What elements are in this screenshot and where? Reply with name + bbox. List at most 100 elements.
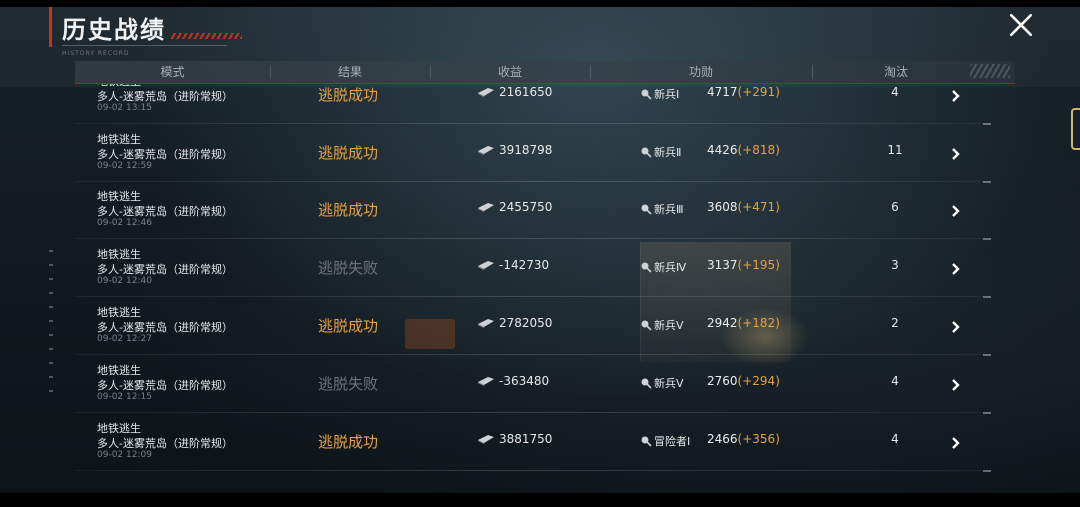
merit-score: 4717(+291) bbox=[707, 85, 780, 99]
rank-badge-icon bbox=[641, 204, 652, 215]
rank-info: 冒险者Ⅰ bbox=[640, 433, 690, 449]
table-header: 模式 结果 收益 功勋 淘汰 bbox=[75, 61, 1015, 84]
match-time: 09-02 13:15 bbox=[97, 103, 152, 113]
merit-delta: (+818) bbox=[737, 143, 780, 157]
merit-total: 2466 bbox=[707, 432, 738, 446]
row-detail-button[interactable] bbox=[950, 318, 966, 334]
mode-map-label: 多人-迷雾荒岛（进阶常规） bbox=[97, 263, 233, 276]
mode-map-label: 多人-迷雾荒岛（进阶常规） bbox=[97, 379, 233, 392]
merit-score: 3137(+195) bbox=[707, 258, 780, 272]
row-detail-button[interactable] bbox=[950, 260, 966, 276]
result-status: 逃脱成功 bbox=[318, 201, 379, 219]
mode-map-label: 多人-迷雾荒岛（进阶常规） bbox=[97, 148, 233, 161]
side-drawer-handle[interactable] bbox=[1071, 108, 1080, 150]
cash-icon bbox=[478, 261, 494, 270]
chevron-right-icon bbox=[952, 90, 960, 102]
income-amount: -363480 bbox=[499, 374, 550, 388]
record-row[interactable]: 地铁逃生 多人-迷雾荒岛（进阶常规） 09-02 12:46 逃脱成功 2455750 新… bbox=[75, 182, 995, 240]
chevron-right-icon bbox=[952, 437, 960, 449]
kill-count: 6 bbox=[891, 200, 899, 214]
cash-icon bbox=[478, 146, 494, 155]
record-row[interactable]: 地铁逃生 多人-迷雾荒岛（进阶常规） 09-02 12:27 逃脱成功 2782050 新… bbox=[75, 298, 995, 356]
record-row[interactable]: 地铁逃生多人-迷雾荒岛（进阶常规）09-02 13:15逃脱成功2161650新… bbox=[75, 84, 995, 125]
rank-name: 新兵Ⅰ bbox=[654, 88, 680, 101]
mode-map-label: 多人-迷雾荒岛（进阶常规） bbox=[97, 90, 233, 103]
result-status: 逃脱成功 bbox=[318, 317, 379, 335]
income-amount: 3881750 bbox=[499, 432, 553, 446]
row-divider bbox=[75, 238, 990, 239]
merit-delta: (+291) bbox=[737, 85, 780, 99]
kill-count: 4 bbox=[891, 374, 899, 388]
rank-name: 新兵Ⅳ bbox=[654, 261, 687, 274]
rank-name: 新兵Ⅱ bbox=[654, 146, 682, 159]
record-row[interactable]: 地铁逃生 多人-迷雾荒岛（进阶常规） 09-02 12:40 逃脱失败 -142730 新… bbox=[75, 240, 995, 298]
rank-info: 新兵Ⅱ bbox=[640, 144, 681, 160]
title-stripes bbox=[170, 33, 242, 39]
income-amount: 2455750 bbox=[499, 200, 553, 214]
close-icon bbox=[1009, 13, 1033, 37]
row-detail-button[interactable] bbox=[950, 145, 966, 161]
kill-count: 11 bbox=[887, 143, 903, 157]
rank-info: 新兵Ⅴ bbox=[640, 375, 684, 391]
income-amount: -142730 bbox=[499, 258, 550, 272]
page-title: 历史战绩 bbox=[62, 16, 166, 44]
close-button[interactable] bbox=[1004, 8, 1038, 42]
chevron-right-icon bbox=[952, 263, 960, 275]
row-divider bbox=[75, 412, 990, 413]
merit-total: 2942 bbox=[707, 316, 738, 330]
kill-count: 4 bbox=[891, 85, 899, 99]
match-time: 09-02 12:59 bbox=[97, 161, 152, 171]
income-amount: 3918798 bbox=[499, 143, 553, 157]
merit-delta: (+294) bbox=[737, 374, 780, 388]
income-value: 2782050 bbox=[477, 316, 552, 330]
page-subtitle: HISTORY RECORD bbox=[62, 50, 130, 57]
merit-total: 4717 bbox=[707, 85, 738, 99]
record-row[interactable]: 地铁逃生多人-迷雾荒岛（进阶常规） 09-02 12:59 逃脱成功 3918798 新… bbox=[75, 125, 995, 183]
match-time: 09-02 12:15 bbox=[97, 392, 152, 402]
column-header-mode: 模式 bbox=[160, 65, 185, 79]
chevron-right-icon bbox=[952, 205, 960, 217]
match-time: 09-02 12:46 bbox=[97, 218, 152, 228]
match-time: 09-02 12:40 bbox=[97, 276, 152, 286]
merit-score: 2760(+294) bbox=[707, 374, 780, 388]
rank-name: 新兵Ⅴ bbox=[654, 377, 684, 390]
record-row[interactable]: 地铁逃生 多人-迷雾荒岛（进阶常规） 09-02 12:09 逃脱成功 3881750 冒… bbox=[75, 414, 995, 472]
merit-score: 2942(+182) bbox=[707, 316, 780, 330]
merit-score: 2466(+356) bbox=[707, 432, 780, 446]
merit-delta: (+182) bbox=[737, 316, 780, 330]
merit-delta: (+195) bbox=[737, 258, 780, 272]
rank-info: 新兵Ⅴ bbox=[640, 317, 684, 333]
row-detail-button[interactable] bbox=[950, 87, 966, 103]
chevron-right-icon bbox=[952, 321, 960, 333]
merit-total: 3137 bbox=[707, 258, 738, 272]
column-header-income: 收益 bbox=[497, 65, 522, 79]
row-detail-button[interactable] bbox=[950, 434, 966, 450]
chevron-right-icon bbox=[952, 148, 960, 160]
row-divider bbox=[75, 123, 990, 124]
merit-total: 4426 bbox=[707, 143, 738, 157]
rank-info: 新兵Ⅰ bbox=[640, 86, 679, 102]
result-status: 逃脱成功 bbox=[318, 144, 379, 162]
row-detail-button[interactable] bbox=[950, 202, 966, 218]
merit-delta: (+471) bbox=[737, 200, 780, 214]
merit-total: 3608 bbox=[707, 200, 738, 214]
cash-icon bbox=[478, 435, 494, 444]
income-value: 3918798 bbox=[477, 143, 552, 157]
income-value: 2161650 bbox=[477, 85, 552, 99]
merit-score: 4426(+818) bbox=[707, 143, 780, 157]
rank-badge-icon bbox=[641, 147, 652, 158]
rank-info: 新兵Ⅲ bbox=[640, 201, 684, 217]
record-row[interactable]: 地铁逃生 多人-迷雾荒岛（进阶常规） 09-02 12:15 逃脱失败 -363480 新… bbox=[75, 356, 995, 414]
column-header-kills: 淘汰 bbox=[883, 65, 908, 79]
record-list[interactable]: 地铁逃生多人-迷雾荒岛（进阶常规）09-02 13:15逃脱成功2161650新… bbox=[75, 84, 1005, 484]
income-value: -142730 bbox=[477, 258, 549, 272]
income-amount: 2161650 bbox=[499, 85, 553, 99]
mode-type-label: 地铁逃生 bbox=[97, 248, 141, 261]
mode-type-label: 地铁逃生 bbox=[97, 364, 141, 377]
cash-icon bbox=[478, 377, 494, 386]
mode-type-label: 地铁逃生 bbox=[97, 133, 141, 146]
cash-icon bbox=[478, 319, 494, 328]
chevron-right-icon bbox=[952, 379, 960, 391]
row-detail-button[interactable] bbox=[950, 376, 966, 392]
rank-badge-icon bbox=[641, 436, 652, 447]
